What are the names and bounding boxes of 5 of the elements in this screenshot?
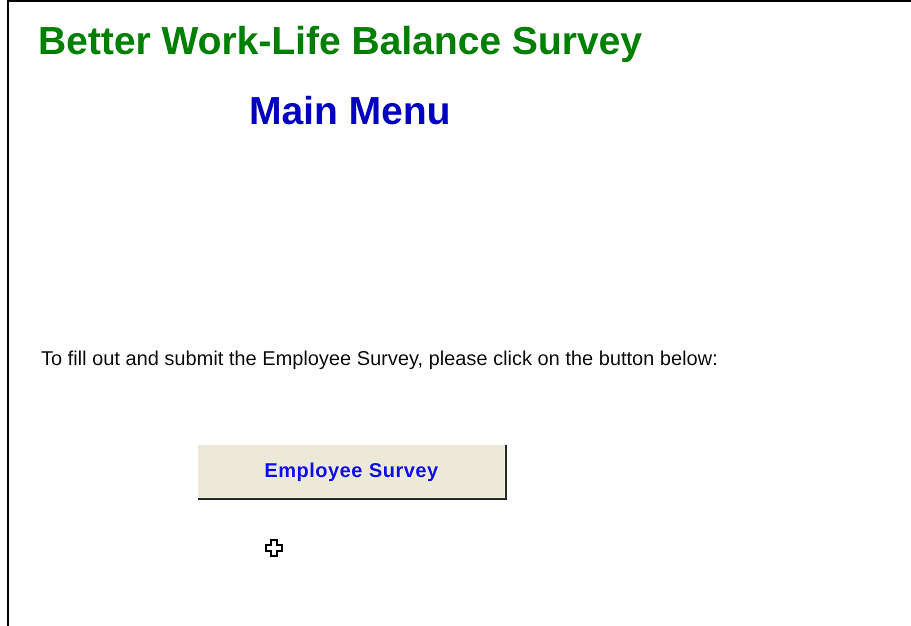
- survey-title: Better Work-Life Balance Survey: [38, 20, 642, 64]
- employee-survey-button[interactable]: Employee Survey: [198, 445, 507, 500]
- menu-heading: Main Menu: [249, 90, 450, 134]
- cursor-icon: [264, 538, 284, 558]
- instruction-text: To fill out and submit the Employee Survey, please click on the button below:: [41, 347, 719, 372]
